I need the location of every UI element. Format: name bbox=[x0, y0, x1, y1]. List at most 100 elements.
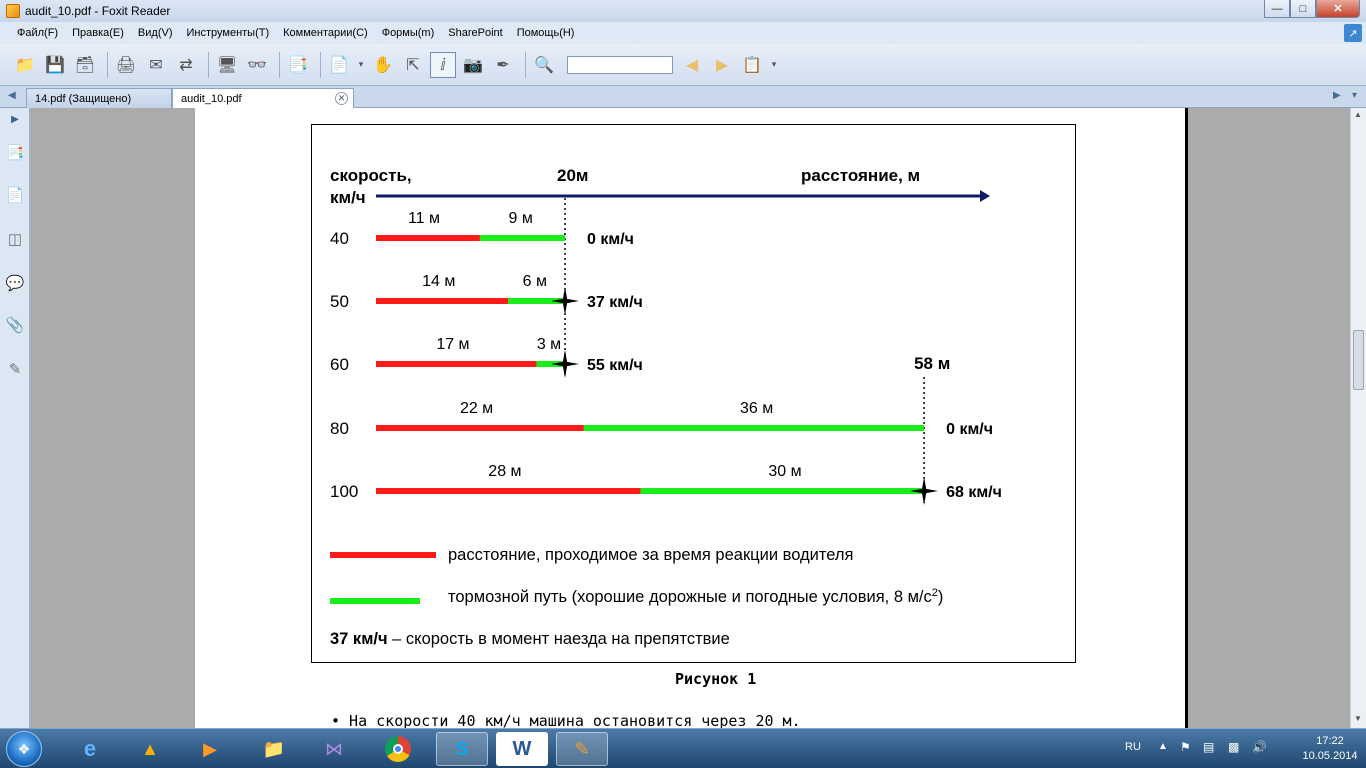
skype-icon[interactable]: S bbox=[436, 732, 488, 766]
attachments-icon[interactable]: 📎 bbox=[5, 314, 25, 336]
minimize-button[interactable]: — bbox=[1264, 0, 1290, 18]
impact-speed-label: 68 км/ч bbox=[946, 484, 1002, 501]
avast-icon[interactable]: ▲ bbox=[124, 732, 176, 766]
speed-label: 40 bbox=[330, 229, 349, 248]
tab-close-icon[interactable]: ✕ bbox=[335, 92, 348, 105]
scroll-down-icon[interactable]: ▼ bbox=[1354, 714, 1362, 723]
tab-scroll-right-icon[interactable]: ▶ bbox=[1333, 90, 1341, 101]
hand-tool-icon[interactable]: ✋ bbox=[370, 52, 396, 78]
print-icon[interactable]: 🖨 bbox=[113, 52, 139, 78]
taskbar: ❖ e ▲ ▶ 📁 ⋈ S W ✎ RU ▲ ⚑ ▤ ▩ 🔊 17:22 10.… bbox=[0, 728, 1366, 768]
braking-distance-label: 36 м bbox=[740, 400, 773, 417]
tab-14-pdf[interactable]: 14.pdf (Защищено) bbox=[26, 88, 172, 108]
distance-axis-arrow-icon bbox=[980, 190, 990, 202]
document-viewport[interactable]: скорость, км/ч 20м расстояние, м 58 м 40 11 м 9… bbox=[30, 108, 1350, 728]
axis-marker-20m: 20м bbox=[557, 166, 589, 185]
find-next-icon[interactable]: ▶ bbox=[709, 52, 735, 78]
impact-star-icon bbox=[551, 350, 579, 378]
impact-star-icon bbox=[910, 477, 939, 505]
expand-panel-icon[interactable]: ▶ bbox=[5, 112, 25, 126]
save-all-icon[interactable]: 🗃 bbox=[72, 52, 98, 78]
menu-sharepoint[interactable]: SharePoint bbox=[448, 27, 502, 39]
tray-device-icon[interactable]: ▤ bbox=[1203, 740, 1214, 754]
braking-distance-label: 3 м bbox=[537, 336, 561, 353]
media-player-icon[interactable]: ▶ bbox=[184, 732, 236, 766]
open-folder-icon[interactable]: 📁 bbox=[12, 52, 38, 78]
search-options-icon[interactable]: 📋 bbox=[739, 52, 765, 78]
file-explorer-icon[interactable]: 📁 bbox=[248, 732, 300, 766]
volume-icon[interactable]: 🔊 bbox=[1252, 740, 1267, 754]
sign-icon[interactable]: ✒ bbox=[490, 52, 516, 78]
toolbar-separator bbox=[279, 51, 280, 78]
clock-time: 17:22 bbox=[1316, 735, 1344, 747]
tray-network-icon[interactable]: ▩ bbox=[1228, 740, 1239, 754]
title-bar: audit_10.pdf - Foxit Reader — □ ✕ bbox=[0, 0, 1366, 22]
legend-impact-text: 37 км/ч – скорость в момент наезда на пр… bbox=[330, 630, 730, 648]
language-indicator[interactable]: RU bbox=[1125, 741, 1141, 753]
menu-file[interactable]: Файл(F) bbox=[17, 27, 58, 39]
close-button[interactable]: ✕ bbox=[1316, 0, 1360, 18]
legend-braking-text: тормозной путь (хорошие дорожные и погод… bbox=[448, 587, 943, 606]
pdf-page: скорость, км/ч 20м расстояние, м 58 м 40 11 м 9… bbox=[195, 108, 1188, 728]
menu-forms[interactable]: Формы(m) bbox=[382, 27, 435, 39]
pages-panel-icon[interactable]: 📄 bbox=[5, 184, 25, 206]
tab-list-icon[interactable]: ▾ bbox=[1352, 90, 1357, 101]
email-icon[interactable]: ✉ bbox=[143, 52, 169, 78]
comments-icon[interactable]: 💬 bbox=[5, 272, 25, 294]
pages-icon[interactable]: 📑 bbox=[285, 52, 311, 78]
toolbar-separator bbox=[525, 51, 526, 78]
layers-icon[interactable]: ◫ bbox=[5, 228, 25, 250]
convert-icon[interactable]: ⇄ bbox=[173, 52, 199, 78]
scroll-thumb[interactable] bbox=[1353, 330, 1364, 390]
menu-comments[interactable]: Комментарии(C) bbox=[283, 27, 368, 39]
page-layout-icon[interactable]: 📄 bbox=[326, 52, 352, 78]
save-icon[interactable]: 💾 bbox=[42, 52, 68, 78]
impact-speed-label: 0 км/ч bbox=[587, 231, 634, 248]
monitor-icon[interactable]: 🖥 bbox=[214, 52, 240, 78]
menu-tools[interactable]: Инструменты(T) bbox=[187, 27, 270, 39]
dropdown-arrow-icon[interactable]: ▾ bbox=[769, 52, 779, 78]
toolbar-separator bbox=[107, 51, 108, 78]
marker-58m: 58 м bbox=[914, 354, 950, 373]
legend-braking-close: ) bbox=[938, 588, 944, 606]
toolbar-separator bbox=[208, 51, 209, 78]
find-binoculars-icon[interactable]: 🔍 bbox=[531, 52, 557, 78]
menu-help[interactable]: Помощь(H) bbox=[517, 27, 575, 39]
bookmarks-icon[interactable]: 📑 bbox=[5, 142, 25, 164]
menu-edit[interactable]: Правка(E) bbox=[72, 27, 124, 39]
speed-label: 50 bbox=[330, 292, 349, 311]
system-clock[interactable]: 17:22 10.05.2014 bbox=[1295, 734, 1365, 764]
expand-icon[interactable]: ↗ bbox=[1344, 24, 1362, 42]
find-previous-icon[interactable]: ◀ bbox=[679, 52, 705, 78]
scroll-up-icon[interactable]: ▲ bbox=[1354, 110, 1362, 119]
snapshot-icon[interactable]: 📷 bbox=[460, 52, 486, 78]
clock-date: 10.05.2014 bbox=[1302, 750, 1358, 762]
glasses-icon[interactable]: 👓 bbox=[244, 52, 270, 78]
braking-distance-label: 6 м bbox=[523, 273, 547, 290]
show-hidden-icons-icon[interactable]: ▲ bbox=[1158, 741, 1168, 752]
search-input[interactable] bbox=[567, 55, 673, 74]
body-text: • На скорости 40 км/ч машина остановится… bbox=[331, 712, 801, 728]
maximize-button[interactable]: □ bbox=[1290, 0, 1316, 18]
dropdown-arrow-icon[interactable]: ▾ bbox=[356, 52, 366, 78]
select-text-icon[interactable]: ⇱ bbox=[400, 52, 426, 78]
word-icon[interactable]: W bbox=[496, 732, 548, 766]
text-cursor-icon[interactable]: ⅈ bbox=[430, 51, 456, 78]
reaction-distance-label: 14 м bbox=[422, 273, 455, 290]
foxit-reader-taskbar-icon[interactable]: ✎ bbox=[556, 732, 608, 766]
signatures-icon[interactable]: ✎ bbox=[5, 358, 25, 380]
tray-flag-icon[interactable]: ⚑ bbox=[1180, 740, 1191, 754]
start-button[interactable]: ❖ bbox=[6, 731, 42, 767]
figure-caption: Рисунок 1 bbox=[675, 670, 757, 688]
internet-explorer-icon[interactable]: e bbox=[64, 732, 116, 766]
tab-bar: ◀ 14.pdf (Защищено) audit_10.pdf ✕ ▶ ▾ bbox=[0, 86, 1366, 108]
stopping-distance-chart: скорость, км/ч 20м расстояние, м 58 м 40 11 м 9… bbox=[330, 166, 1002, 648]
chrome-icon[interactable] bbox=[372, 732, 424, 766]
vertical-scrollbar[interactable]: ▲ ▼ bbox=[1350, 108, 1366, 728]
tab-scroll-left-icon[interactable]: ◀ bbox=[8, 90, 16, 101]
tab-label: 14.pdf (Защищено) bbox=[35, 92, 132, 105]
tab-audit-10-pdf[interactable]: audit_10.pdf ✕ bbox=[172, 88, 354, 108]
x-axis-label: расстояние, м bbox=[801, 166, 920, 185]
menu-view[interactable]: Вид(V) bbox=[138, 27, 173, 39]
visual-studio-icon[interactable]: ⋈ bbox=[308, 732, 360, 766]
